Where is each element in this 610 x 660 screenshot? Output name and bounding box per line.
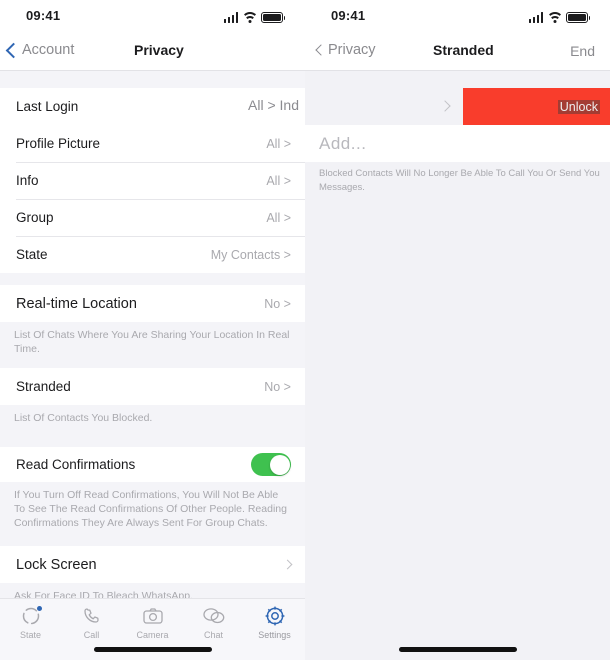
row-value: All >	[266, 173, 291, 188]
blocked-contacts-footnote: Blocked Contacts Will No Longer Be Able …	[319, 168, 600, 193]
row-value-wrap: All >	[266, 137, 291, 151]
last-login-row[interactable]: Last Login All > Ind Unlock	[0, 88, 610, 125]
page-title: Stranded	[433, 42, 494, 58]
list-item[interactable]: State My Contacts >	[0, 236, 305, 273]
row-value: No >	[264, 296, 291, 311]
read-confirmations-footnote: If You Turn Off Read Confirmations, You …	[14, 489, 287, 529]
status-indicators	[528, 9, 590, 23]
tab-call[interactable]: Call	[61, 605, 122, 640]
cellular-signal-icon	[223, 12, 238, 23]
row-value-wrap: My Contacts >	[211, 248, 291, 262]
realtime-location-footnote: List Of Chats Where You Are Sharing Your…	[14, 329, 290, 355]
add-placeholder-label: Add...	[319, 133, 367, 153]
tab-label: Camera	[136, 630, 169, 640]
list-item[interactable]: Info All >	[0, 162, 305, 199]
row-value: My Contacts >	[210, 247, 291, 262]
wifi-icon	[241, 12, 258, 23]
row-value: No >	[264, 379, 291, 394]
back-to-account-button[interactable]: Account	[5, 42, 75, 58]
cellular-signal-icon	[528, 12, 543, 23]
nav-bar-right: Privacy Stranded End	[305, 32, 610, 71]
tab-label: Settings	[258, 630, 291, 640]
battery-icon	[261, 12, 285, 23]
list-item-stranded[interactable]: Stranded No >	[0, 368, 305, 405]
battery-icon	[566, 12, 590, 23]
stranded-group: Stranded No >	[0, 368, 305, 405]
row-label: Read Confirmations	[16, 457, 136, 472]
stranded-footnote: List Of Contacts You Blocked.	[14, 412, 153, 424]
row-label: Last Login	[16, 99, 79, 114]
tab-camera[interactable]: Camera	[122, 605, 183, 640]
row-label: Profile Picture	[16, 136, 101, 151]
toggle-knob	[269, 454, 290, 475]
row-value-wrap	[251, 453, 291, 476]
row-value: All >	[266, 136, 291, 151]
row-label: Group	[16, 210, 54, 225]
status-indicators	[223, 9, 285, 23]
row-value: All >	[266, 210, 291, 225]
list-item[interactable]: Group All >	[0, 199, 305, 236]
page-title: Privacy	[134, 42, 184, 58]
row-label: Info	[16, 173, 39, 188]
back-button-label: Account	[22, 42, 75, 58]
home-indicator-left	[93, 647, 212, 652]
add-contact-row[interactable]: Add...	[305, 125, 610, 162]
row-label: Lock Screen	[16, 556, 97, 573]
list-item-realtime-location[interactable]: Real-time Location No >	[0, 285, 305, 322]
gear-icon	[263, 605, 287, 627]
tab-state[interactable]: State	[0, 605, 61, 640]
read-confirmations-group: Read Confirmations	[0, 447, 305, 482]
row-value-wrap: All >	[266, 211, 291, 225]
chevron-right-icon	[282, 559, 293, 570]
app-screen: 09:41 Account Privacy Profile Picture Al…	[0, 0, 610, 660]
home-indicator-right	[398, 647, 517, 652]
back-button-label: Privacy	[328, 42, 376, 58]
row-value-wrap: No >	[264, 380, 291, 394]
end-button[interactable]: End	[570, 43, 595, 59]
chat-bubble-icon	[202, 605, 226, 627]
phone-icon	[80, 605, 104, 627]
list-item[interactable]: Profile Picture All >	[0, 125, 305, 162]
camera-icon	[141, 605, 165, 627]
tab-label: Chat	[203, 630, 223, 640]
tab-settings[interactable]: Settings	[244, 605, 305, 640]
list-item-read-confirmations[interactable]: Read Confirmations	[0, 447, 305, 482]
unlock-button-label: Unlock	[557, 99, 600, 114]
tab-label: State	[19, 630, 41, 640]
chevron-left-icon	[5, 42, 22, 58]
back-to-privacy-button[interactable]: Privacy	[315, 42, 376, 58]
list-item-lock-screen[interactable]: Lock Screen	[0, 546, 305, 583]
status-badge	[36, 606, 42, 611]
nav-bar-left: Account Privacy	[0, 32, 305, 71]
unlock-swipe-button[interactable]: Unlock	[463, 88, 610, 125]
row-label: State	[16, 247, 48, 262]
status-ring-icon	[19, 605, 43, 627]
row-value-wrap: No >	[264, 297, 291, 311]
chevron-left-icon	[315, 44, 327, 56]
status-bar-left: 09:41	[0, 0, 305, 32]
tab-label: Call	[83, 630, 100, 640]
status-bar-right: 09:41	[305, 0, 610, 32]
status-time: 09:41	[331, 8, 366, 23]
row-label: Real-time Location	[16, 295, 137, 312]
row-value: All > Ind	[248, 97, 299, 113]
row-value-wrap: All >	[266, 174, 291, 188]
lock-screen-group: Lock Screen	[0, 546, 305, 583]
row-label: Stranded	[16, 379, 71, 394]
read-confirmations-toggle[interactable]	[251, 453, 291, 476]
wifi-icon	[546, 12, 563, 23]
row-value-wrap	[282, 559, 293, 570]
settings-list: Profile Picture All > Info All > Group A…	[0, 71, 305, 660]
tab-chat[interactable]: Chat	[183, 605, 244, 640]
chevron-right-icon	[439, 100, 451, 112]
realtime-location-group: Real-time Location No >	[0, 285, 305, 322]
status-time: 09:41	[26, 8, 61, 23]
